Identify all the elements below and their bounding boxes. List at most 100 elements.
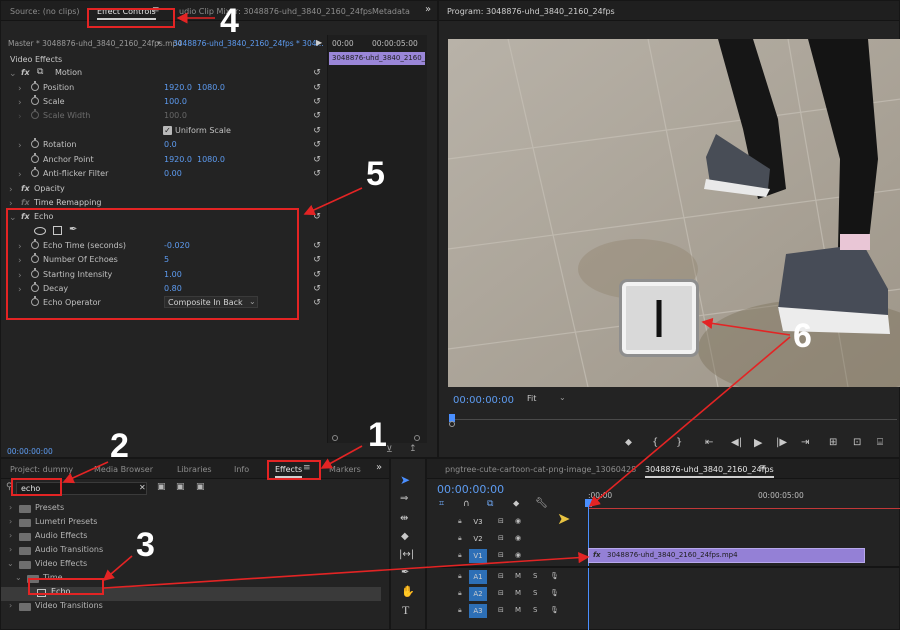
microphone-icon[interactable]: 🎙︎ [550, 572, 559, 580]
stopwatch-icon[interactable] [31, 138, 39, 148]
fx-icon[interactable]: fx [21, 198, 30, 207]
solo-button[interactable]: S [533, 572, 537, 580]
lock-icon[interactable]: 🔒︎ [458, 589, 462, 598]
program-scrubber[interactable] [447, 414, 899, 427]
expand-icon[interactable]: › [9, 601, 12, 610]
microphone-icon[interactable]: 🎙︎ [550, 589, 559, 597]
eye-icon[interactable]: ◉ [515, 534, 521, 542]
more-tabs-icon[interactable]: » [425, 4, 431, 15]
play-only-icon[interactable]: ▶ [316, 38, 322, 47]
uniform-scale-checkbox[interactable]: ✓ [163, 126, 172, 135]
master-dropdown-icon[interactable]: ▾ [157, 39, 161, 47]
stopwatch-icon[interactable] [31, 153, 39, 163]
step-back-icon[interactable]: ◀| [731, 437, 742, 448]
slip-tool-icon[interactable]: |↔| [399, 549, 414, 560]
solo-button[interactable]: S [533, 589, 537, 597]
tree-item-lumetri-presets[interactable]: › Lumetri Presets [1, 517, 381, 531]
anchor-y-value[interactable]: 1080.0 [197, 155, 225, 164]
track-label[interactable]: V3 [469, 515, 487, 529]
wrench-icon[interactable]: 🔧︎ [535, 498, 548, 509]
rotation-value[interactable]: 0.0 [164, 140, 177, 149]
tree-item-audio-transitions[interactable]: › Audio Transitions [1, 545, 381, 559]
timeline-timecode[interactable]: 00:00:00:00 [437, 483, 504, 496]
track-label[interactable]: A2 [469, 587, 487, 601]
sequence-label[interactable]: 3048876-uhd_3840_2160_24fps * 304... [173, 39, 324, 48]
tab-metadata[interactable]: Metadata [372, 7, 410, 16]
tab-info[interactable]: Info [234, 465, 249, 474]
collapse-icon[interactable]: ⌄ [7, 559, 14, 568]
menu-icon[interactable]: ≡ [759, 463, 767, 473]
expand-icon[interactable]: › [9, 545, 12, 554]
mute-button[interactable]: M [515, 589, 521, 597]
track-select-tool-icon[interactable]: ⇒ [400, 493, 408, 504]
solo-button[interactable]: S [533, 606, 537, 614]
opacity-row[interactable]: › fx Opacity [1, 184, 327, 198]
reset-icon[interactable]: ↺ [312, 83, 322, 93]
lock-icon[interactable]: 🔒︎ [458, 606, 462, 615]
overwrite-icon[interactable]: ⊡ [853, 437, 861, 448]
reset-icon[interactable]: ↺ [312, 284, 322, 294]
reset-icon[interactable]: ↺ [312, 270, 322, 280]
expand-icon[interactable]: › [9, 517, 12, 526]
export-frame-icon[interactable]: ⌸ [877, 437, 883, 448]
film-icon[interactable]: ⊟ [498, 572, 504, 580]
scale-row[interactable]: › Scale 100.0 [1, 95, 327, 111]
reset-icon[interactable]: ↺ [312, 212, 322, 222]
step-forward-icon[interactable]: |▶ [776, 437, 787, 448]
film-icon[interactable]: ⊟ [498, 517, 504, 525]
ec-clip-bar[interactable]: 3048876-uhd_3840_2160_2 [329, 52, 430, 65]
tree-item-video-transitions[interactable]: › Video Transitions [1, 601, 381, 615]
tree-item-video-effects[interactable]: ⌄ Video Effects [1, 559, 381, 573]
antiflicker-value[interactable]: 0.00 [164, 169, 182, 178]
32bit-effects-icon[interactable]: ▣ [176, 482, 185, 492]
reset-icon[interactable]: ↺ [312, 97, 322, 107]
collapse-icon[interactable]: ⌄ [9, 69, 17, 79]
razor-tool-icon[interactable]: ◆ [401, 531, 409, 542]
go-to-in-icon[interactable]: ⇤ [705, 437, 713, 448]
more-tabs-icon[interactable]: » [376, 462, 382, 473]
mark-in-icon[interactable]: { [652, 437, 658, 448]
snap-icon[interactable]: ⌗ [439, 499, 444, 509]
expand-icon[interactable]: › [18, 84, 22, 94]
go-to-out-icon[interactable]: ⇥ [801, 437, 809, 448]
hand-tool-icon[interactable]: ✋ [401, 585, 415, 598]
filter-icon[interactable]: ⊻ [386, 445, 393, 455]
insert-icon[interactable]: ⊞ [829, 437, 837, 448]
anchor-row[interactable]: Anchor Point 1920.0 1080.0 [1, 153, 327, 169]
lock-icon[interactable]: 🔒︎ [458, 551, 462, 560]
reset-icon[interactable]: ↺ [312, 155, 322, 165]
tree-item-audio-effects[interactable]: › Audio Effects [1, 531, 381, 545]
reset-icon[interactable]: ↺ [312, 298, 322, 308]
fit-select[interactable]: Fit ⌄ [525, 393, 569, 405]
add-marker-icon[interactable]: ⬥ [513, 499, 519, 509]
expand-icon[interactable]: › [9, 531, 12, 540]
motion-transform-icon[interactable]: ⧉ [37, 67, 43, 77]
lock-icon[interactable]: 🔒︎ [458, 572, 462, 581]
scale-value[interactable]: 100.0 [164, 97, 187, 106]
track-label[interactable]: A3 [469, 604, 487, 618]
reset-icon[interactable]: ↺ [312, 126, 322, 136]
film-icon[interactable]: ⊟ [498, 606, 504, 614]
reset-icon[interactable]: ↺ [312, 111, 322, 121]
tab-project[interactable]: Project: dummy [10, 465, 73, 474]
expand-icon[interactable]: › [9, 503, 12, 512]
export-icon[interactable]: ↥ [409, 444, 417, 454]
expand-icon[interactable]: › [18, 141, 22, 151]
selection-tool-icon[interactable]: ➤ [400, 473, 410, 487]
expand-icon[interactable]: › [9, 185, 13, 195]
type-tool-icon[interactable]: T [402, 603, 409, 618]
stopwatch-icon[interactable] [31, 81, 39, 91]
timeline-clip[interactable]: fx 3048876-uhd_3840_2160_24fps.mp4 [588, 548, 865, 563]
tab-source[interactable]: Source: (no clips) [10, 7, 80, 16]
linked-selection-icon[interactable]: ⧉ [487, 499, 493, 509]
track-label[interactable]: V2 [469, 532, 487, 546]
fx-icon[interactable]: fx [21, 68, 30, 77]
stopwatch-icon[interactable] [31, 95, 39, 105]
program-timecode[interactable]: 00:00:00:00 [453, 395, 514, 406]
eye-icon[interactable]: ◉ [515, 517, 521, 525]
eye-icon[interactable]: ◉ [515, 551, 521, 559]
mute-button[interactable]: M [515, 572, 521, 580]
reset-icon[interactable]: ↺ [312, 68, 322, 78]
tab-sequence-main[interactable]: 3048876-uhd_3840_2160_24fps [645, 465, 774, 478]
expand-icon[interactable]: › [18, 170, 22, 180]
